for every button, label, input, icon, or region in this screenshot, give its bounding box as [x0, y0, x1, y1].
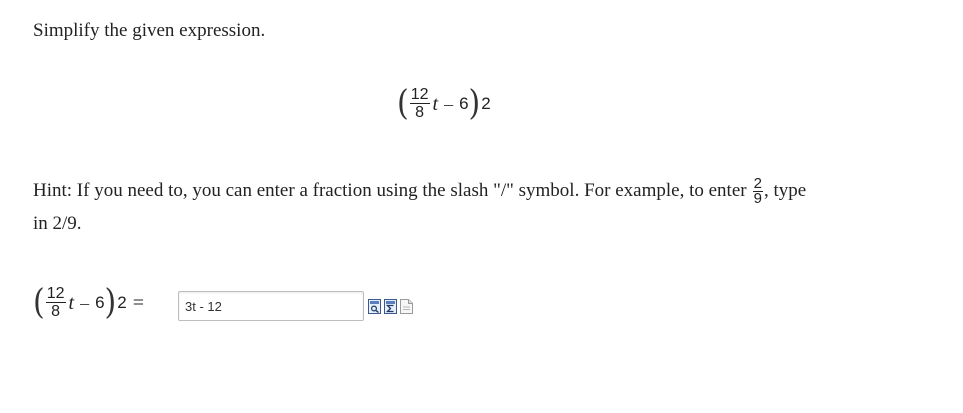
- equation-editor-icon[interactable]: [384, 299, 397, 314]
- answer-expression: ( 12 8 t – 6 ) 2 =: [33, 282, 145, 323]
- exponent: 2: [481, 94, 491, 113]
- equals-sign: =: [132, 291, 145, 314]
- exponent: 2: [117, 293, 127, 312]
- open-paren: (: [33, 282, 45, 323]
- close-paren: ): [104, 282, 117, 323]
- close-paren: ): [468, 83, 481, 124]
- fraction-numerator: 12: [409, 86, 430, 104]
- answer-tools: [368, 299, 413, 314]
- variable: t: [68, 291, 75, 314]
- fraction-denominator: 8: [51, 303, 61, 320]
- question-prompt: Simplify the given expression.: [33, 20, 266, 41]
- variable: t: [432, 92, 439, 115]
- example-fraction: 2 9: [752, 176, 763, 207]
- hint-type-word: type: [768, 179, 807, 201]
- hint-sentence: Hint: If you need to, you can enter a fr…: [33, 179, 747, 201]
- constant: 6: [95, 293, 105, 312]
- preview-icon[interactable]: [368, 299, 381, 314]
- example-denominator: 9: [753, 190, 762, 207]
- given-expression: ( 12 8 t – 6 ) 2: [397, 83, 491, 124]
- fraction: 12 8: [45, 285, 66, 320]
- answer-input[interactable]: [178, 291, 364, 321]
- fraction-denominator: 8: [415, 104, 425, 121]
- hint-line-2: in 2/9.: [33, 213, 82, 234]
- fraction-numerator: 12: [45, 285, 66, 303]
- minus-sign: –: [80, 292, 90, 313]
- hint-text: Hint: If you need to, you can enter a fr…: [33, 176, 933, 234]
- fraction: 12 8: [409, 86, 430, 121]
- hint-line-1: Hint: If you need to, you can enter a fr…: [33, 176, 933, 207]
- open-paren: (: [397, 83, 409, 124]
- minus-sign: –: [444, 93, 454, 114]
- constant: 6: [459, 94, 469, 113]
- help-document-icon[interactable]: [400, 299, 413, 314]
